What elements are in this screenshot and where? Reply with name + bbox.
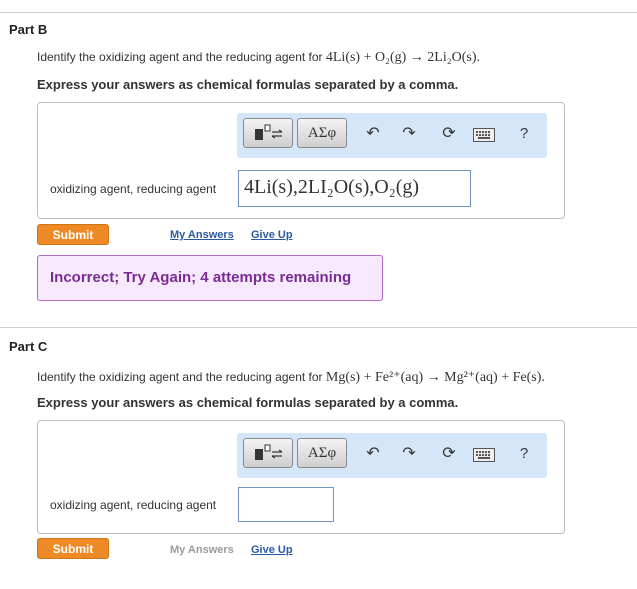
- part-c-give-up-link[interactable]: Give Up: [251, 544, 293, 556]
- part-c-question: Identify the oxidizing agent and the red…: [37, 369, 545, 386]
- part-b-my-answers-link[interactable]: My Answers: [170, 229, 234, 241]
- greek-symbols-button[interactable]: ΑΣφ: [297, 118, 347, 148]
- part-b-submit-button[interactable]: Submit: [37, 224, 109, 245]
- part-c-instructions: Express your answers as chemical formula…: [37, 395, 459, 410]
- part-c-answer-box: ΑΣφ ↶ ↷ ⟳ ? oxidizing agent, reducing ag…: [37, 420, 565, 534]
- top-divider: [0, 12, 637, 13]
- part-c-math-toolbar: ΑΣφ ↶ ↷ ⟳ ?: [237, 433, 547, 478]
- reset-icon[interactable]: ⟳: [440, 445, 458, 463]
- greek-symbols-button[interactable]: ΑΣφ: [297, 438, 347, 468]
- part-b-equation: 4Li(s) + O₂(g) → 2Li₂O(s).: [325, 50, 481, 65]
- keyboard-icon[interactable]: [473, 448, 495, 467]
- part-b-answer-input[interactable]: 4Li(s),2LI₂O(s),O₂(g): [238, 170, 471, 207]
- part-b-title: Part B: [9, 22, 48, 37]
- redo-icon[interactable]: ↷: [400, 445, 418, 463]
- part-c-equation: Mg(s) + Fe²⁺(aq) → Mg²⁺(aq) + Fe(s).: [325, 370, 545, 385]
- part-c-submit-button[interactable]: Submit: [37, 538, 109, 559]
- part-b-question-text: Identify the oxidizing agent and the red…: [37, 50, 326, 64]
- keyboard-icon[interactable]: [473, 128, 495, 147]
- part-c-field-label: oxidizing agent, reducing agent: [50, 498, 217, 512]
- part-b-question: Identify the oxidizing agent and the red…: [37, 50, 480, 66]
- templates-icon: [255, 444, 283, 460]
- undo-icon[interactable]: ↶: [364, 445, 382, 463]
- part-b-give-up-link[interactable]: Give Up: [251, 229, 293, 241]
- part-b-instructions: Express your answers as chemical formula…: [37, 77, 459, 92]
- help-icon[interactable]: ?: [515, 445, 533, 463]
- part-b-answer-box: ΑΣφ ↶ ↷ ⟳ ? oxidizing agent, reducing ag…: [37, 102, 565, 219]
- part-c-question-text: Identify the oxidizing agent and the red…: [37, 370, 326, 384]
- part-b-field-label: oxidizing agent, reducing agent: [50, 182, 217, 196]
- part-b-answer-value: 4Li(s),2LI₂O(s),O₂(g): [244, 176, 420, 198]
- part-c-title: Part C: [9, 339, 48, 354]
- part-b-math-toolbar: ΑΣφ ↶ ↷ ⟳ ?: [237, 113, 547, 158]
- templates-button[interactable]: [243, 438, 293, 468]
- reset-icon[interactable]: ⟳: [440, 125, 458, 143]
- templates-button[interactable]: [243, 118, 293, 148]
- part-c-my-answers-link: My Answers: [170, 544, 234, 556]
- templates-icon: [255, 124, 283, 140]
- redo-icon[interactable]: ↷: [400, 125, 418, 143]
- undo-icon[interactable]: ↶: [364, 125, 382, 143]
- part-b-feedback-message: Incorrect; Try Again; 4 attempts remaini…: [37, 255, 383, 301]
- part-c-answer-input[interactable]: [238, 487, 334, 522]
- help-icon[interactable]: ?: [515, 125, 533, 143]
- section-divider: [0, 327, 637, 328]
